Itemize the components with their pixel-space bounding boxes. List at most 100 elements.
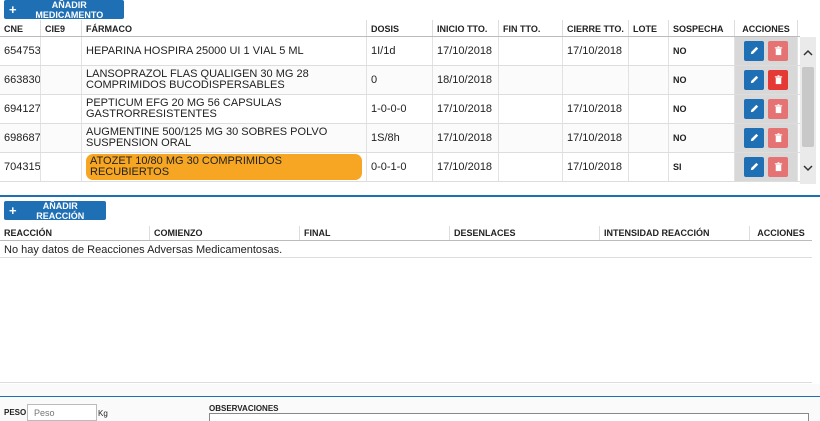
section-divider [0, 195, 820, 197]
cell-fin [499, 153, 563, 181]
footer-divider [0, 396, 820, 397]
col-cierre[interactable]: CIERRE TTO. [563, 20, 629, 36]
cell-dosis: 0-0-1-0 [367, 153, 433, 181]
trash-icon [773, 131, 784, 146]
table-row[interactable]: 654753 HEPARINA HOSPIRA 25000 UI 1 VIAL 5… [0, 37, 800, 66]
cell-acciones [735, 95, 798, 123]
table-row[interactable]: 704315 ATOZET 10/80 MG 30 COMPRIMIDOS REC… [0, 153, 800, 182]
medications-table: CNE CIE9 FÁRMACO DOSIS INICIO TTO. FIN T… [0, 20, 800, 182]
edit-button[interactable] [744, 41, 764, 61]
cell-inicio: 17/10/2018 [433, 37, 499, 65]
cell-cie9 [41, 95, 82, 123]
cell-fin [499, 95, 563, 123]
delete-button[interactable] [768, 128, 788, 148]
pencil-icon [749, 102, 760, 117]
cell-lote [629, 153, 669, 181]
table-row[interactable]: 663830 LANSOPRAZOL FLAS QUALIGEN 30 MG 28… [0, 66, 800, 95]
col-acciones: ACCIONES [735, 20, 798, 36]
col-acciones-reaccion: ACCIONES [757, 228, 805, 238]
cell-dosis: 1S/8h [367, 124, 433, 152]
cell-farmaco: AUGMENTINE 500/125 MG 30 SOBRES POLVO SU… [82, 124, 367, 152]
delete-button[interactable] [768, 41, 788, 61]
cell-sospecha: NO [669, 66, 735, 94]
peso-unit: Kg [98, 409, 108, 418]
scroll-down-icon[interactable] [800, 158, 816, 178]
cell-sospecha: NO [669, 124, 735, 152]
cell-lote [629, 66, 669, 94]
pencil-icon [749, 131, 760, 146]
farmaco-highlight: ATOZET 10/80 MG 30 COMPRIMIDOS RECUBIERT… [86, 154, 362, 180]
medications-scrollbar[interactable] [800, 37, 816, 184]
col-final[interactable]: FINAL [300, 226, 450, 240]
col-sospecha[interactable]: SOSPECHA [669, 20, 735, 36]
add-reaction-button[interactable]: + AÑADIR REACCIÓN [4, 201, 106, 221]
cell-lote [629, 95, 669, 123]
col-inicio[interactable]: INICIO TTO. [433, 20, 499, 36]
farmaco-text: LANSOPRAZOL FLAS QUALIGEN 30 MG 28 COMPR… [86, 68, 309, 91]
table-row[interactable]: 694127 PEPTICUM EFG 20 MG 56 CAPSULAS GAS… [0, 95, 800, 124]
cell-dosis: 1-0-0-0 [367, 95, 433, 123]
cell-sospecha: NO [669, 95, 735, 123]
edit-button[interactable] [744, 70, 764, 90]
cell-fin [499, 37, 563, 65]
cell-acciones [735, 153, 798, 181]
table-row[interactable]: 698687 AUGMENTINE 500/125 MG 30 SOBRES PO… [0, 124, 800, 153]
cell-fin [499, 124, 563, 152]
col-cne[interactable]: CNE [0, 20, 41, 36]
col-cie9[interactable]: CIE9 [41, 20, 82, 36]
peso-label: PESO: [4, 408, 29, 417]
trash-icon [773, 44, 784, 59]
peso-input[interactable] [27, 404, 97, 421]
plus-icon: + [9, 2, 17, 17]
cell-cne: 698687 [0, 124, 41, 152]
edit-button[interactable] [744, 99, 764, 119]
cell-farmaco: PEPTICUM EFG 20 MG 56 CAPSULAS GASTRORRE… [82, 95, 367, 123]
scroll-up-icon[interactable] [800, 37, 816, 67]
cell-cierre: 17/10/2018 [563, 95, 629, 123]
cell-lote [629, 124, 669, 152]
trash-icon [773, 160, 784, 175]
col-lote[interactable]: LOTE [629, 20, 669, 36]
delete-button[interactable] [768, 99, 788, 119]
farmaco-text: PEPTICUM EFG 20 MG 56 CAPSULAS GASTRORRE… [86, 97, 282, 120]
cell-cne: 704315 [0, 153, 41, 181]
cell-cierre [563, 66, 629, 94]
reactions-table-header: REACCIÓN COMIENZO FINAL DESENLACES INTEN… [0, 226, 812, 241]
cell-cie9 [41, 124, 82, 152]
cell-sospecha: NO [669, 37, 735, 65]
cell-cne: 663830 [0, 66, 41, 94]
cell-cie9 [41, 37, 82, 65]
reactions-table-body [0, 258, 812, 383]
delete-button[interactable] [768, 157, 788, 177]
cell-inicio: 17/10/2018 [433, 124, 499, 152]
plus-icon: + [9, 203, 17, 218]
cell-sospecha: SI [669, 153, 735, 181]
cell-farmaco: HEPARINA HOSPIRA 25000 UI 1 VIAL 5 ML [82, 37, 367, 65]
col-comienzo[interactable]: COMIENZO [150, 226, 300, 240]
cell-fin [499, 66, 563, 94]
cell-inicio: 17/10/2018 [433, 95, 499, 123]
col-dosis[interactable]: DOSIS [367, 20, 433, 36]
col-intensidad[interactable]: INTENSIDAD REACCIÓN [600, 226, 750, 240]
col-desenlaces[interactable]: DESENLACES [450, 226, 600, 240]
cell-cne: 694127 [0, 95, 41, 123]
edit-button[interactable] [744, 128, 764, 148]
medications-table-header: CNE CIE9 FÁRMACO DOSIS INICIO TTO. FIN T… [0, 20, 800, 37]
col-reaccion[interactable]: REACCIÓN [0, 226, 150, 240]
add-medication-button[interactable]: + AÑADIR MEDICAMENTO [4, 0, 124, 20]
observaciones-textarea[interactable] [209, 413, 809, 421]
add-medication-label: AÑADIR MEDICAMENTO [35, 0, 104, 20]
cell-inicio: 18/10/2018 [433, 66, 499, 94]
cell-lote [629, 37, 669, 65]
delete-button[interactable] [768, 70, 788, 90]
edit-button[interactable] [744, 157, 764, 177]
col-farmaco[interactable]: FÁRMACO [82, 20, 367, 36]
reactions-empty-message: No hay datos de Reacciones Adversas Medi… [0, 241, 812, 258]
cell-cie9 [41, 66, 82, 94]
pencil-icon [749, 73, 760, 88]
cell-dosis: 0 [367, 66, 433, 94]
col-fin[interactable]: FIN TTO. [499, 20, 563, 36]
pencil-icon [749, 44, 760, 59]
cell-acciones [735, 66, 798, 94]
scroll-thumb[interactable] [802, 67, 814, 147]
